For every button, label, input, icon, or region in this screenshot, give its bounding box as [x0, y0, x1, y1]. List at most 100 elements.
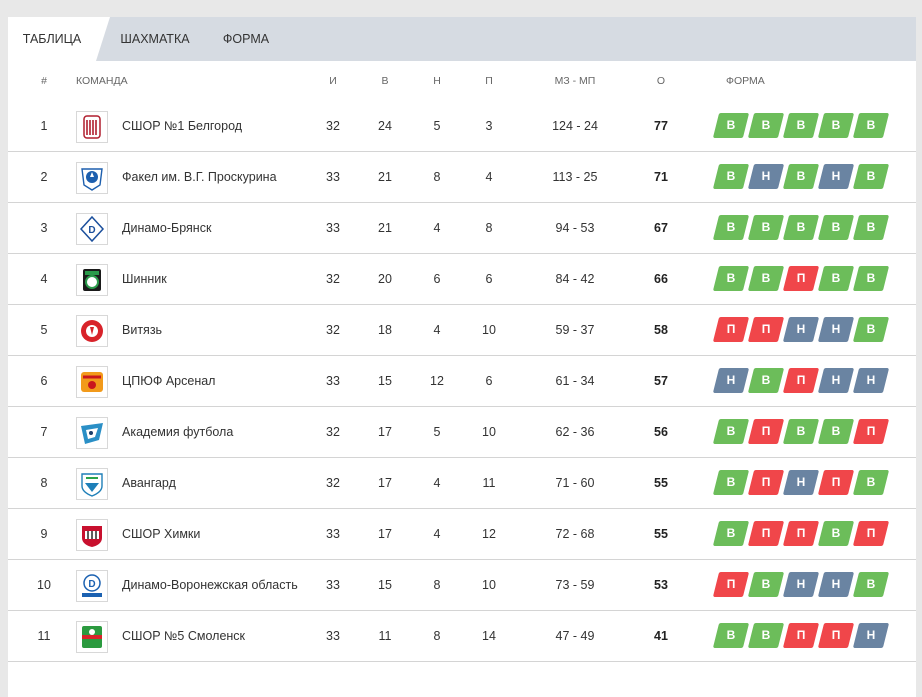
- form-badge-win[interactable]: В: [747, 368, 785, 393]
- form-badge-label: В: [726, 424, 736, 438]
- shinnik-logo-icon[interactable]: [76, 264, 108, 296]
- form-badge-loss[interactable]: П: [852, 521, 890, 546]
- form-badge-win[interactable]: В: [747, 113, 785, 138]
- form-badge-win[interactable]: В: [782, 419, 820, 444]
- form-badge-win[interactable]: В: [782, 164, 820, 189]
- form-badge-win[interactable]: В: [852, 470, 890, 495]
- form-badge-win[interactable]: В: [852, 113, 890, 138]
- row-position: 2: [40, 170, 48, 184]
- form-badge-draw[interactable]: Н: [852, 368, 890, 393]
- form-badge-win[interactable]: В: [852, 266, 890, 291]
- form-badge-win[interactable]: В: [817, 266, 855, 291]
- dinamo-voronezh-logo-icon[interactable]: D: [76, 570, 108, 602]
- team-name[interactable]: Динамо-Воронежская область: [122, 560, 312, 610]
- fakel-logo-icon[interactable]: [76, 162, 108, 194]
- form-badge-loss[interactable]: П: [747, 419, 785, 444]
- form-badge-loss[interactable]: П: [782, 521, 820, 546]
- form-badge-draw[interactable]: Н: [782, 470, 820, 495]
- form-badge-draw[interactable]: Н: [782, 317, 820, 342]
- form-badge-win[interactable]: В: [817, 113, 855, 138]
- akademiya-logo-icon[interactable]: [76, 417, 108, 449]
- team-name[interactable]: Витязь: [122, 305, 312, 355]
- form-badge-win[interactable]: В: [747, 623, 785, 648]
- form-badge-loss[interactable]: П: [817, 470, 855, 495]
- tab-table-edge: [96, 17, 110, 61]
- team-name[interactable]: Авангард: [122, 458, 312, 508]
- form-badge-win[interactable]: В: [712, 419, 750, 444]
- arsenal-logo-icon[interactable]: [76, 366, 108, 398]
- form-badge-win[interactable]: В: [852, 317, 890, 342]
- form-badge-loss[interactable]: П: [747, 317, 785, 342]
- form-badge-loss[interactable]: П: [852, 419, 890, 444]
- row-played: 33: [326, 578, 340, 592]
- form-badge-win[interactable]: В: [747, 266, 785, 291]
- form-badge-loss[interactable]: П: [712, 317, 750, 342]
- form-badge-win[interactable]: В: [712, 164, 750, 189]
- team-name[interactable]: Академия футбола: [122, 407, 312, 457]
- row-points: 67: [654, 221, 668, 235]
- team-name[interactable]: СШОР Химки: [122, 509, 312, 559]
- smolensk-logo-icon[interactable]: [76, 621, 108, 653]
- row-position: 3: [40, 221, 48, 235]
- vityaz-logo-icon[interactable]: [76, 315, 108, 347]
- team-name[interactable]: СШОР №1 Белгород: [122, 101, 312, 151]
- form-badge-win[interactable]: В: [782, 215, 820, 240]
- row-position: 10: [37, 578, 51, 592]
- form-badge-draw[interactable]: Н: [747, 164, 785, 189]
- row-losses: 6: [485, 374, 493, 388]
- form-badge-win[interactable]: В: [712, 623, 750, 648]
- form-badge-draw[interactable]: Н: [817, 572, 855, 597]
- row-losses: 6: [485, 272, 493, 286]
- team-name[interactable]: Факел им. В.Г. Проскурина: [122, 152, 312, 202]
- form-badge-win[interactable]: В: [712, 113, 750, 138]
- form-badge-loss[interactable]: П: [747, 470, 785, 495]
- col-team: КОМАНДА: [76, 75, 128, 87]
- team-name[interactable]: ЦПЮФ Арсенал: [122, 356, 312, 406]
- table-row: 6 ЦПЮФ Арсенал 33 15 12 6 61 - 34 57 Н В П Н Н: [8, 356, 916, 407]
- form-badge-draw[interactable]: Н: [817, 164, 855, 189]
- avangard-logo-icon[interactable]: [76, 468, 108, 500]
- form-badge-draw[interactable]: Н: [782, 572, 820, 597]
- form-badge-win[interactable]: В: [817, 419, 855, 444]
- row-points: 53: [654, 578, 668, 592]
- form-badge-draw[interactable]: Н: [852, 623, 890, 648]
- form-badge-loss[interactable]: П: [782, 368, 820, 393]
- form-badge-win[interactable]: В: [712, 215, 750, 240]
- form-badge-draw[interactable]: Н: [817, 368, 855, 393]
- form-badge-draw[interactable]: Н: [817, 317, 855, 342]
- tab-chess[interactable]: ШАХМАТКА: [116, 17, 194, 61]
- table-row: 7 Академия футбола 32 17 5 10 62 - 36 56 В П В В П: [8, 407, 916, 458]
- team-name[interactable]: Динамо-Брянск: [122, 203, 312, 253]
- form-badge-win[interactable]: В: [852, 215, 890, 240]
- form-badge-loss[interactable]: П: [712, 572, 750, 597]
- form-badge-win[interactable]: В: [747, 215, 785, 240]
- form-badge-loss[interactable]: П: [747, 521, 785, 546]
- team-name[interactable]: СШОР №5 Смоленск: [122, 611, 312, 661]
- team-name[interactable]: Шинник: [122, 254, 312, 304]
- form-badge-win[interactable]: В: [782, 113, 820, 138]
- form-badge-win[interactable]: В: [852, 164, 890, 189]
- table-row: 11 СШОР №5 Смоленск 33 11 8 14 47 - 49 41 В В П П Н: [8, 611, 916, 662]
- form-badge-win[interactable]: В: [712, 266, 750, 291]
- form-badge-win[interactable]: В: [817, 521, 855, 546]
- form-badge-loss[interactable]: П: [782, 266, 820, 291]
- row-losses: 11: [482, 476, 496, 490]
- form-badge-win[interactable]: В: [747, 572, 785, 597]
- form-badge-win[interactable]: В: [712, 521, 750, 546]
- form-badge-loss[interactable]: П: [817, 623, 855, 648]
- tab-table[interactable]: ТАБЛИЦА: [8, 17, 96, 61]
- row-wins: 17: [378, 425, 392, 439]
- form-badge-win[interactable]: В: [817, 215, 855, 240]
- row-goals: 113 - 25: [552, 170, 598, 184]
- form-badge-win[interactable]: В: [712, 470, 750, 495]
- form-badge-label: В: [726, 628, 736, 642]
- form-badge-win[interactable]: В: [852, 572, 890, 597]
- form-badge-loss[interactable]: П: [782, 623, 820, 648]
- belgorod-logo-icon[interactable]: [76, 111, 108, 143]
- row-draws: 4: [433, 323, 441, 337]
- form-badge-label: В: [796, 169, 806, 183]
- khimki-logo-icon[interactable]: [76, 519, 108, 551]
- form-badge-draw[interactable]: Н: [712, 368, 750, 393]
- tab-form[interactable]: ФОРМА: [214, 17, 278, 61]
- dinamo-bryansk-logo-icon[interactable]: D: [76, 213, 108, 245]
